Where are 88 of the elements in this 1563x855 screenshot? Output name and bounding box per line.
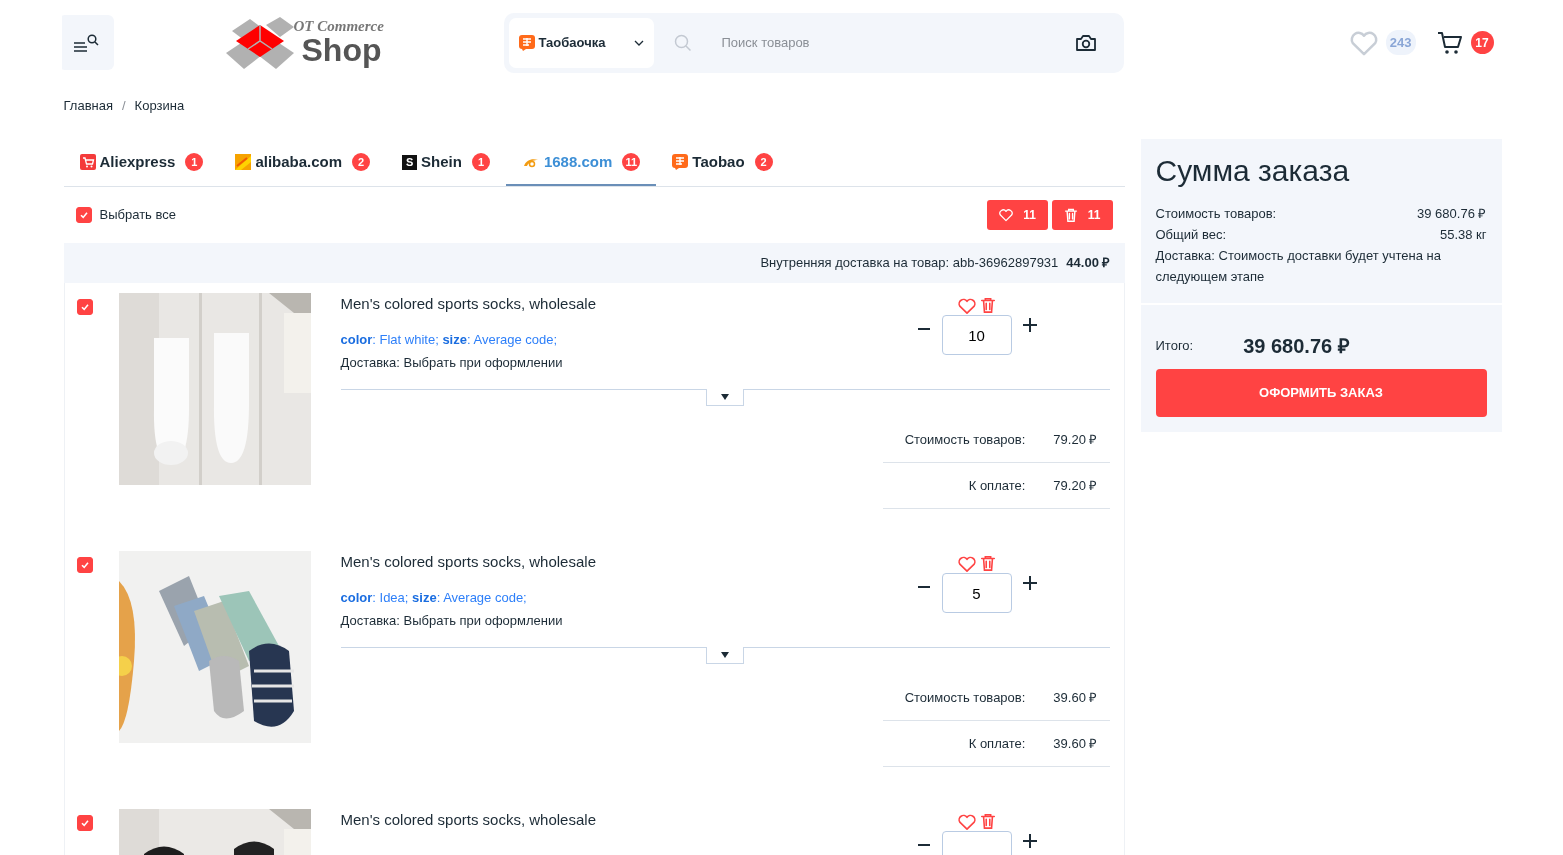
total-label: К оплате: xyxy=(968,476,1026,495)
total-label: Стоимость товаров: xyxy=(904,430,1026,449)
trash-icon[interactable] xyxy=(979,555,996,571)
heart-icon[interactable] xyxy=(957,813,976,831)
menu-button[interactable] xyxy=(61,15,114,70)
total-value: 79.20 ₽ xyxy=(1053,476,1098,495)
product-title[interactable]: Men's colored sports socks, wholesale xyxy=(340,551,914,574)
summary-title: Сумма заказа xyxy=(1155,153,1351,189)
total-value: 79.20 ₽ xyxy=(1053,430,1098,449)
total-value: 39.60 ₽ xyxy=(1053,688,1098,707)
total-label: К оплате: xyxy=(968,734,1026,753)
total-label: Стоимость товаров: xyxy=(904,688,1026,707)
product-title[interactable]: Men's colored sports socks, wholesale xyxy=(340,809,914,832)
summary-label: Стоимость товаров: xyxy=(1155,205,1277,223)
logo-text: Shop xyxy=(301,34,383,66)
check-icon xyxy=(78,210,89,220)
product-attributes: color: Flat white; size: Average code; xyxy=(340,330,559,349)
expand-button[interactable] xyxy=(706,389,744,406)
tab-count-badge: 2 xyxy=(754,153,773,171)
quantity-field[interactable]: 5 xyxy=(941,573,1012,613)
summary-value: 55.38 кг xyxy=(1439,226,1487,244)
summary-value: 39 680.76 ₽ xyxy=(1417,205,1487,223)
breadcrumb-link[interactable]: Корзина xyxy=(134,96,185,140)
check-icon xyxy=(79,818,90,828)
caret-down-icon xyxy=(721,394,729,400)
cart-count-badge: 17 xyxy=(1470,31,1494,54)
expand-button[interactable] xyxy=(706,647,744,664)
trash-icon[interactable] xyxy=(979,297,996,313)
item-checkbox[interactable] xyxy=(76,815,93,831)
cart-logo-icon xyxy=(79,154,96,170)
heart-icon[interactable] xyxy=(957,555,976,573)
product-attributes: color: Idea; size: Average code; xyxy=(340,588,528,607)
search-field[interactable]: Поиск товаров xyxy=(719,31,1075,54)
quantity-field[interactable]: 10 xyxy=(941,315,1012,355)
plus-icon xyxy=(1022,318,1037,332)
cart-icon[interactable] xyxy=(1436,29,1463,56)
trash-icon[interactable] xyxy=(979,813,996,829)
shop-tab[interactable]: alibaba.com 2 xyxy=(219,140,387,186)
delivery-note-amount: 44.00 ₽ xyxy=(1066,254,1111,273)
tab-count-badge: 1 xyxy=(185,153,204,171)
delivery-note-text: Внутренняя доставка на товар: abb-36962897931 xyxy=(760,254,1059,273)
tab-label: Shein xyxy=(421,151,462,172)
heart-icon[interactable] xyxy=(957,297,976,315)
delivery-info: Доставка: Стоимость доставки будет учтена на следующем этапе xyxy=(1155,247,1442,286)
menu-search-icon xyxy=(73,33,99,52)
count: 11 xyxy=(1087,207,1101,224)
select-all-label: Выбрать все xyxy=(99,206,176,225)
item-checkbox[interactable] xyxy=(76,557,93,573)
minus-icon xyxy=(917,844,930,846)
provider-name: Таобаочка xyxy=(538,33,606,52)
delivery-info: Доставка: Выбрать при оформлении xyxy=(340,354,564,372)
minus-icon xyxy=(917,328,930,330)
product-title[interactable]: Men's colored sports socks, wholesale xyxy=(340,293,914,316)
total-label: Итого: xyxy=(1155,337,1194,356)
plus-icon xyxy=(1022,576,1037,590)
caret-down-icon xyxy=(721,652,729,658)
summary-label: Общий вес: xyxy=(1155,226,1226,244)
shop-tab[interactable]: S Shein 1 xyxy=(386,140,506,186)
tab-count-badge: 11 xyxy=(622,153,641,171)
select-all-checkbox[interactable] xyxy=(75,207,92,223)
shein-logo: S xyxy=(402,154,418,170)
tab-count-badge: 2 xyxy=(352,153,371,171)
favorites-count: 243 xyxy=(1385,29,1416,56)
search-icon xyxy=(673,33,692,52)
tab-label: 1688.com xyxy=(543,151,613,172)
tab-label: Aliexpress xyxy=(99,151,176,172)
trash-icon xyxy=(1063,208,1078,222)
item-checkbox[interactable] xyxy=(76,299,93,315)
tab-count-badge: 1 xyxy=(471,153,490,171)
check-icon xyxy=(79,302,90,312)
logo-text: OT Commerce xyxy=(293,19,384,34)
minus-icon xyxy=(917,586,930,588)
delivery-info: Доставка: Выбрать при оформлении xyxy=(340,612,564,630)
tab-label: alibaba.com xyxy=(255,151,343,172)
check-icon xyxy=(79,560,90,570)
shop-tab[interactable]: Taobao 2 xyxy=(656,140,789,186)
plus-icon xyxy=(1022,834,1037,848)
chevron-down-icon xyxy=(633,39,644,46)
provider-select[interactable]: Таобаочка xyxy=(508,17,654,68)
breadcrumb-separator: / xyxy=(122,97,126,115)
total-value: 39.60 ₽ xyxy=(1053,734,1098,753)
shop-tab[interactable]: Aliexpress 1 xyxy=(63,140,220,186)
heart-icon xyxy=(999,208,1014,222)
tab-label: Taobao xyxy=(692,151,745,172)
count: 11 xyxy=(1023,207,1036,224)
breadcrumb-link[interactable]: Главная xyxy=(63,96,113,140)
total-amount: 39 680.76 ₽ xyxy=(1243,334,1350,359)
camera-icon[interactable] xyxy=(1074,32,1097,53)
